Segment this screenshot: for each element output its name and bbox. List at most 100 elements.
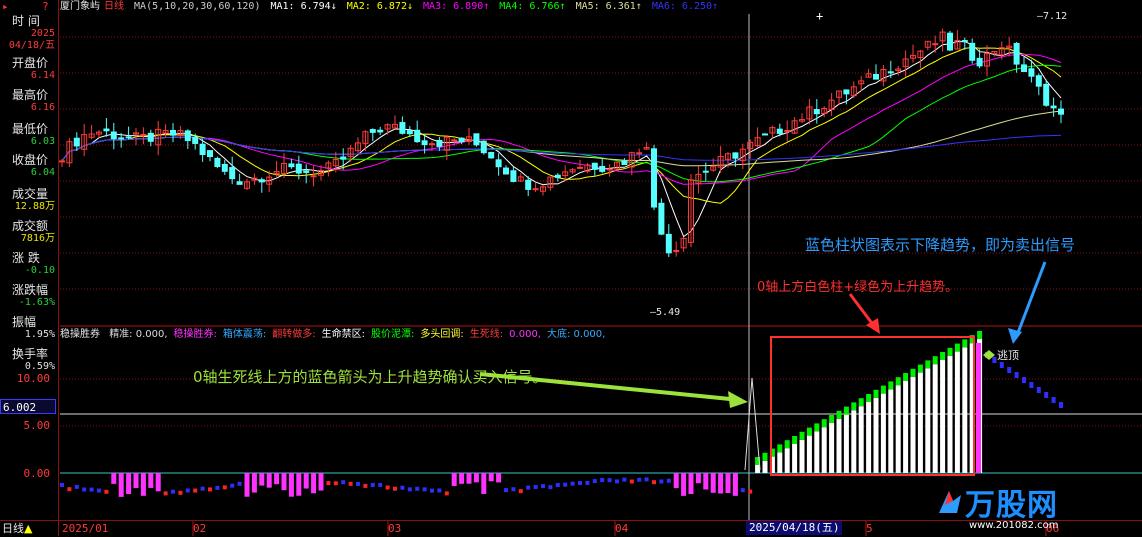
tick-label: 02 — [193, 522, 207, 535]
dash-marker — [348, 481, 353, 486]
uptrend-bar — [962, 347, 968, 473]
ma-line — [61, 64, 1062, 183]
uptrend-cap — [799, 431, 805, 440]
uptrend-bar — [806, 435, 812, 473]
candle-body — [1058, 108, 1064, 115]
candle-body — [125, 136, 132, 139]
dash-marker — [171, 489, 175, 494]
candle-body — [510, 170, 517, 182]
bottom-bar — [311, 473, 317, 494]
uptrend-bar — [880, 393, 886, 473]
dash-marker — [363, 483, 368, 488]
dash-marker — [200, 486, 205, 491]
dash-marker — [533, 484, 538, 489]
candle-body — [103, 128, 110, 132]
uptrend-cap — [895, 377, 901, 386]
uptrend-cap — [903, 373, 909, 381]
uptrend-cap — [792, 436, 798, 444]
dash-marker — [740, 488, 745, 493]
candle-body — [340, 156, 347, 160]
bottom-bar — [481, 473, 487, 494]
candle-body — [221, 163, 228, 172]
uptrend-cap — [806, 427, 812, 436]
bottom-bar — [473, 473, 479, 483]
bottom-bar — [688, 473, 694, 495]
dash-marker — [393, 486, 397, 491]
downtrend-bar — [1044, 392, 1049, 398]
candle-body — [310, 175, 317, 178]
uptrend-cap — [947, 347, 953, 356]
bottom-bar — [281, 473, 287, 491]
candle-body — [932, 43, 939, 46]
dash-marker — [341, 480, 346, 485]
candle-body — [577, 166, 583, 169]
downtrend-bar — [992, 357, 997, 363]
candle-body — [170, 129, 176, 136]
uptrend-bar — [888, 389, 894, 473]
candle-body — [192, 136, 199, 144]
dash-marker — [607, 478, 612, 483]
uptrend-bar — [843, 414, 849, 473]
indicator-item: 0.000, — [509, 329, 541, 340]
indicator-header: 稳操胜券 精准: 0.000, 稳操胜券: 箱体震荡: 翻转做多: 生命禁区: 股价泥潭:… — [60, 328, 617, 342]
candle-body — [451, 139, 458, 142]
uptrend-bar — [895, 385, 901, 473]
uptrend-bar — [925, 368, 931, 473]
downtrend-bar — [1022, 377, 1026, 383]
tick-label: 5 — [866, 522, 873, 535]
uptrend-cap — [821, 419, 827, 428]
uptrend-cap — [829, 415, 835, 423]
candle-body — [258, 179, 265, 183]
candle-body — [458, 137, 465, 143]
bottom-bar — [695, 473, 701, 484]
period-switch[interactable]: 日线▲ — [2, 521, 32, 537]
downtrend-bar — [1007, 367, 1012, 373]
signal-bar — [976, 343, 981, 473]
dash-marker — [370, 482, 375, 487]
dash-marker — [178, 490, 183, 495]
uptrend-cap — [940, 352, 946, 360]
dash-marker — [748, 489, 753, 494]
candle-body — [776, 128, 783, 134]
candle-body — [606, 168, 613, 171]
uptrend-bar — [814, 431, 820, 473]
indicator-item: 股价泥潭: — [371, 329, 415, 340]
logo-url: www.201082.com — [969, 520, 1059, 531]
bottom-bar — [318, 473, 324, 491]
sell-signal-annotation: 蓝色柱状图表示下降趋势，即为卖出信号 — [805, 236, 1076, 254]
uptrend-cap — [777, 444, 783, 453]
bottom-bar — [466, 473, 472, 484]
uptrend-annotation: 0轴上方白色柱+绿色为上升趋势。 — [757, 280, 959, 295]
bottom-bar — [148, 473, 154, 488]
candle-body — [843, 89, 850, 95]
candle-body — [377, 129, 384, 133]
bottom-bar — [266, 473, 272, 488]
axis-top-value: 10.00 — [16, 372, 50, 385]
dash-marker — [430, 488, 434, 493]
dash-marker — [555, 482, 560, 487]
bottom-bar — [718, 473, 724, 494]
uptrend-cap — [977, 331, 983, 339]
dash-marker — [326, 481, 331, 486]
high-price-label: —7.12 — [1037, 11, 1068, 22]
dash-marker — [563, 482, 568, 487]
candle-body — [1050, 105, 1057, 109]
downtrend-bar — [1014, 372, 1019, 378]
kline-chart[interactable]: + — [0, 0, 1142, 536]
uptrend-bar — [947, 355, 953, 473]
dash-marker — [333, 481, 338, 486]
bottom-bar — [303, 473, 309, 489]
candle-body — [369, 129, 376, 133]
uptrend-bar — [873, 397, 879, 473]
dash-marker — [666, 478, 671, 483]
uptrend-bar — [858, 406, 864, 473]
dash-marker — [637, 477, 642, 482]
uptrend-cap — [880, 385, 886, 394]
candle-body — [702, 170, 709, 173]
dash-marker — [644, 477, 649, 482]
dash-marker — [60, 483, 64, 487]
candle-body — [207, 150, 213, 158]
candle-body — [732, 152, 739, 159]
indicator-name[interactable]: 稳操胜券 — [60, 329, 100, 340]
dash-marker — [82, 487, 87, 492]
